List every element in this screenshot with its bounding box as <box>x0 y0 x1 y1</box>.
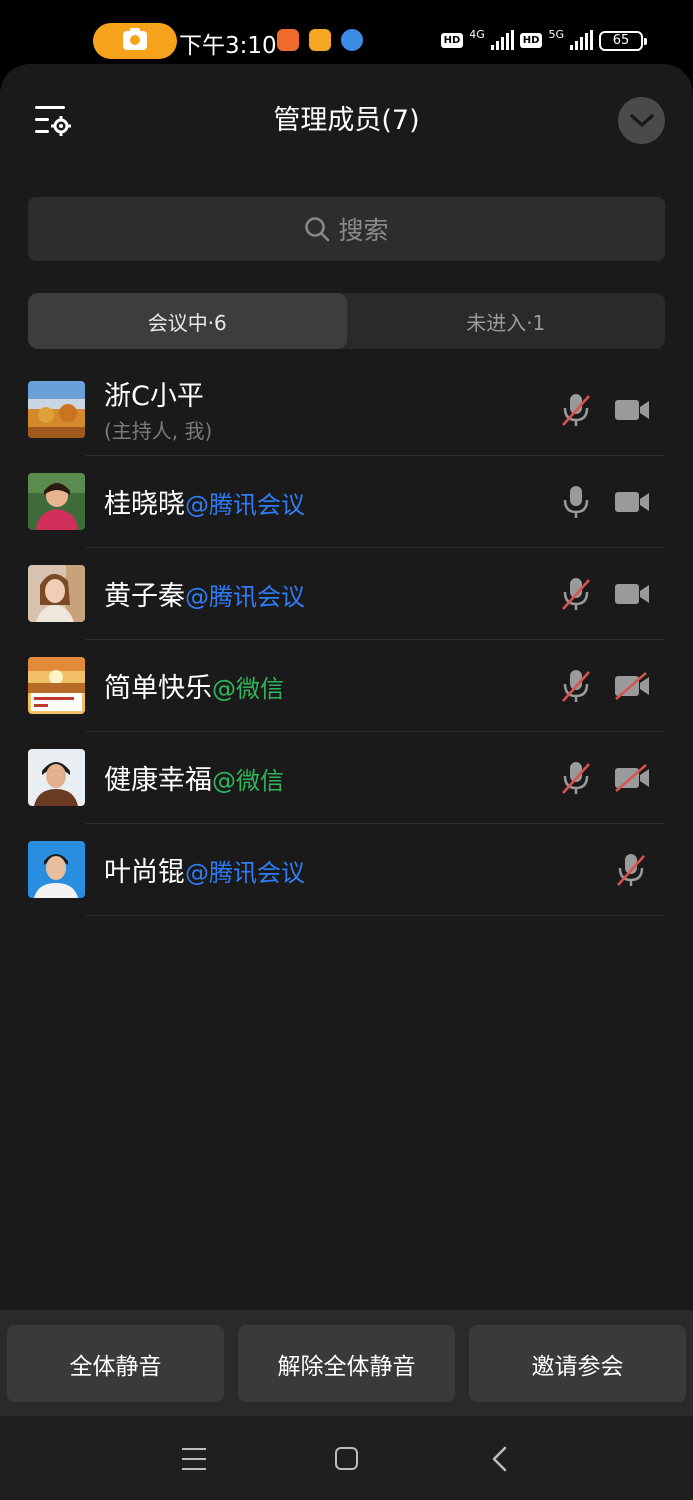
avatar <box>28 657 85 714</box>
signal-group: HD 4G HD 5G <box>440 27 593 50</box>
tab-not-joined[interactable]: 未进入·1 <box>347 293 666 349</box>
mic-muted-icon[interactable] <box>561 760 591 796</box>
member-row[interactable]: 叶尚锟@腾讯会议 <box>0 824 693 916</box>
screen-record-indicator[interactable] <box>93 23 177 59</box>
row-divider <box>85 915 665 916</box>
member-name-block: 黄子秦@腾讯会议 <box>104 574 305 613</box>
battery-icon: 65 <box>599 31 647 51</box>
signal-bars-icon <box>570 30 593 50</box>
member-row[interactable]: 桂晓晓@腾讯会议 <box>0 456 693 548</box>
back-icon[interactable] <box>490 1446 510 1472</box>
member-name: 桂晓晓 <box>104 489 185 520</box>
mic-on-icon[interactable] <box>561 484 591 520</box>
camera-on-icon[interactable] <box>614 395 650 425</box>
member-row[interactable]: 黄子秦@腾讯会议 <box>0 548 693 640</box>
search-input[interactable]: 搜索 <box>28 197 665 261</box>
member-role: (主持人, 我) <box>104 419 213 443</box>
mute-all-button[interactable]: 全体静音 <box>7 1325 224 1402</box>
avatar <box>28 565 85 622</box>
member-name-block: 简单快乐@微信 <box>104 666 284 705</box>
member-name: 黄子秦 <box>104 581 185 612</box>
member-row[interactable]: 健康幸福@微信 <box>0 732 693 824</box>
app-notification-icon <box>277 29 299 51</box>
member-name-block: 桂晓晓@腾讯会议 <box>104 482 305 521</box>
system-nav-bar <box>0 1416 693 1500</box>
unmute-all-button[interactable]: 解除全体静音 <box>238 1325 455 1402</box>
recent-apps-icon[interactable] <box>182 1448 206 1470</box>
mic-muted-icon[interactable] <box>561 668 591 704</box>
camera-icon <box>123 28 147 50</box>
status-bar: 下午3:10 HD 4G HD 5G 65 <box>0 0 693 64</box>
chat-notification-icon <box>341 29 363 51</box>
camera-on-icon[interactable] <box>614 487 650 517</box>
member-tabs: 会议中·6 未进入·1 <box>28 293 665 349</box>
hd-badge: HD <box>519 32 543 48</box>
member-name-block: 叶尚锟@腾讯会议 <box>104 850 305 889</box>
member-name-block: 健康幸福@微信 <box>104 758 284 797</box>
network-type: 5G <box>548 27 564 41</box>
avatar <box>28 381 85 438</box>
camera-off-icon[interactable] <box>614 763 650 793</box>
avatar <box>28 749 85 806</box>
member-row[interactable]: 浙C小平 (主持人, 我) <box>0 364 693 456</box>
home-icon[interactable] <box>335 1447 358 1470</box>
member-source-tag: @微信 <box>212 675 284 703</box>
search-icon <box>305 217 330 242</box>
search-placeholder: 搜索 <box>338 216 389 245</box>
chevron-down-icon <box>629 113 654 127</box>
member-name-block: 浙C小平 (主持人, 我) <box>104 374 212 444</box>
member-source-tag: @腾讯会议 <box>185 583 305 611</box>
member-source-tag: @腾讯会议 <box>185 491 305 519</box>
mic-muted-icon[interactable] <box>561 392 591 428</box>
invite-button[interactable]: 邀请参会 <box>469 1325 686 1402</box>
member-name: 叶尚锟 <box>104 857 185 888</box>
camera-off-icon[interactable] <box>614 671 650 701</box>
signal-bars-icon <box>490 30 514 50</box>
mic-muted-icon[interactable] <box>616 852 646 888</box>
tab-in-meeting[interactable]: 会议中·6 <box>28 293 347 349</box>
camera-on-icon[interactable] <box>614 579 650 609</box>
member-source-tag: @微信 <box>212 767 284 795</box>
member-name: 健康幸福 <box>104 765 212 796</box>
member-source-tag: @腾讯会议 <box>185 859 305 887</box>
hd-badge: HD <box>440 32 464 48</box>
member-name: 简单快乐 <box>104 673 212 704</box>
avatar <box>28 473 85 530</box>
member-name: 浙C小平 <box>104 381 204 412</box>
collapse-button[interactable] <box>618 97 665 144</box>
avatar <box>28 841 85 898</box>
message-notification-icon <box>309 29 331 51</box>
status-time: 下午3:10 <box>179 33 277 59</box>
mic-muted-icon[interactable] <box>561 576 591 612</box>
network-type: 4G <box>469 27 485 41</box>
page-title: 管理成员(7) <box>273 105 420 136</box>
member-list: 浙C小平 (主持人, 我) 桂晓晓@腾讯会议 黄子秦@腾讯会议 简单快乐@微信 … <box>0 364 693 916</box>
member-row[interactable]: 简单快乐@微信 <box>0 640 693 732</box>
action-bar: 全体静音 解除全体静音 邀请参会 <box>0 1310 693 1416</box>
